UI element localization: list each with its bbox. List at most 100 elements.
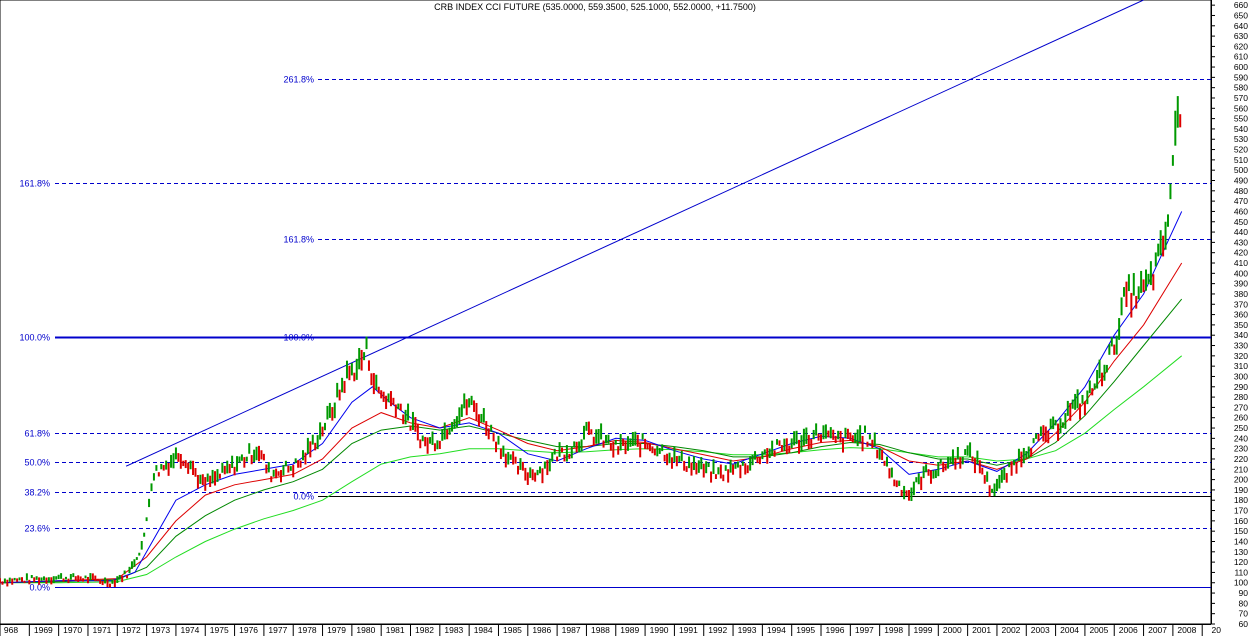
x-tick-label: 1983 (444, 625, 463, 635)
x-tick-label: 1975 (210, 625, 229, 635)
y-tick-label: 130 (1234, 547, 1248, 557)
x-tick-label: 1973 (151, 625, 170, 635)
y-tick-label: 530 (1234, 134, 1248, 144)
y-tick-label: 310 (1234, 361, 1248, 371)
y-tick-label: 540 (1234, 124, 1248, 134)
x-tick-label: 1985 (503, 625, 522, 635)
x-tick-label: 1982 (415, 625, 434, 635)
fib-label-left: 161.8% (19, 179, 50, 189)
y-tick-label: 630 (1234, 31, 1248, 41)
y-tick-label: 290 (1234, 382, 1248, 392)
y-tick-label: 150 (1234, 526, 1248, 536)
fib-label-left: 23.6% (24, 524, 50, 534)
x-tick-label: 1976 (239, 625, 258, 635)
x-tick-label: 1974 (180, 625, 199, 635)
y-tick-label: 140 (1234, 536, 1248, 546)
x-tick-label: 20 (1211, 625, 1221, 635)
x-tick-label: 1977 (268, 625, 287, 635)
x-tick-label: 1970 (63, 625, 82, 635)
y-tick-label: 590 (1234, 72, 1248, 82)
y-tick-label: 300 (1234, 371, 1248, 381)
y-axis: 6070809010011012013014015016017018019020… (1211, 0, 1248, 629)
x-tick-label: 1995 (796, 625, 815, 635)
x-tick-label: 1996 (826, 625, 845, 635)
fib-label-right: 0.0% (293, 492, 314, 502)
x-tick-label: 1986 (532, 625, 551, 635)
y-tick-label: 550 (1234, 114, 1248, 124)
y-tick-label: 70 (1239, 609, 1249, 619)
plot-background (0, 0, 1212, 625)
y-tick-label: 90 (1239, 588, 1249, 598)
y-tick-label: 280 (1234, 392, 1248, 402)
y-tick-label: 610 (1234, 52, 1248, 62)
x-tick-label: 2001 (972, 625, 991, 635)
x-tick-label: 1978 (298, 625, 317, 635)
y-tick-label: 260 (1234, 413, 1248, 423)
x-tick-label: 1984 (474, 625, 493, 635)
x-tick-label: 2005 (1089, 625, 1108, 635)
y-tick-label: 460 (1234, 206, 1248, 216)
y-tick-label: 370 (1234, 299, 1248, 309)
y-tick-label: 330 (1234, 341, 1248, 351)
y-tick-label: 500 (1234, 165, 1248, 175)
y-tick-label: 450 (1234, 217, 1248, 227)
x-tick-label: 1994 (767, 625, 786, 635)
y-tick-label: 350 (1234, 320, 1248, 330)
x-tick-label: 1988 (591, 625, 610, 635)
y-tick-label: 360 (1234, 310, 1248, 320)
y-tick-label: 160 (1234, 516, 1248, 526)
x-tick-label: 1980 (356, 625, 375, 635)
x-tick-label: 1992 (708, 625, 727, 635)
y-tick-label: 560 (1234, 103, 1248, 113)
x-tick-label: 1997 (855, 625, 874, 635)
y-tick-label: 580 (1234, 83, 1248, 93)
y-tick-label: 650 (1234, 10, 1248, 20)
fib-label-right: 261.8% (283, 75, 314, 85)
x-tick-label: 2000 (943, 625, 962, 635)
y-tick-label: 120 (1234, 557, 1248, 567)
fib-label-right: 100.0% (283, 333, 314, 343)
x-tick-label: 1972 (122, 625, 141, 635)
y-tick-label: 490 (1234, 175, 1248, 185)
x-tick-label: 1999 (914, 625, 933, 635)
fib-label-left: 50.0% (24, 458, 50, 468)
chart-svg: 0.0%23.6%38.2%50.0%61.8%100.0%161.8%0.0%… (0, 0, 1248, 636)
x-tick-label: 968 (4, 625, 18, 635)
crb-chart: 0.0% 23.6% 38.2% 50.0% 61.8% 100.0% 161.8% 0.0%… (0, 0, 1250, 636)
x-tick-label: 2003 (1031, 625, 1050, 635)
x-tick-label: 2006 (1119, 625, 1138, 635)
y-tick-label: 430 (1234, 237, 1248, 247)
x-tick-label: 1969 (34, 625, 53, 635)
plot-frame (0, 0, 1212, 625)
y-tick-label: 60 (1239, 619, 1249, 629)
y-tick-label: 320 (1234, 351, 1248, 361)
y-tick-label: 180 (1234, 495, 1248, 505)
x-tick-label: 2002 (1001, 625, 1020, 635)
y-tick-label: 220 (1234, 454, 1248, 464)
y-tick-label: 570 (1234, 93, 1248, 103)
y-tick-label: 240 (1234, 433, 1248, 443)
y-tick-label: 380 (1234, 289, 1248, 299)
y-tick-label: 210 (1234, 464, 1248, 474)
x-tick-label: 1993 (738, 625, 757, 635)
y-tick-label: 660 (1234, 0, 1248, 10)
y-tick-label: 480 (1234, 186, 1248, 196)
x-axis: 968 1969 1970 1971 1972 1973 1974 1975 1976 1977 1… (0, 624, 1221, 636)
y-tick-label: 200 (1234, 475, 1248, 485)
y-tick-label: 390 (1234, 279, 1248, 289)
y-tick-label: 230 (1234, 444, 1248, 454)
y-tick-label: 620 (1234, 41, 1248, 51)
chart-title: CRB INDEX CCI FUTURE (535.0000, 559.3500… (434, 2, 756, 12)
y-tick-label: 100 (1234, 578, 1248, 588)
y-tick-label: 600 (1234, 62, 1248, 72)
y-tick-label: 410 (1234, 258, 1248, 268)
fib-label-left: 61.8% (24, 429, 50, 439)
y-tick-label: 110 (1234, 567, 1248, 577)
x-tick-label: 1991 (679, 625, 698, 635)
y-tick-label: 190 (1234, 485, 1248, 495)
x-tick-label: 2008 (1177, 625, 1196, 635)
x-tick-label: 1979 (327, 625, 346, 635)
x-tick-label: 1981 (386, 625, 405, 635)
y-tick-label: 340 (1234, 330, 1248, 340)
x-tick-label: 1989 (620, 625, 639, 635)
